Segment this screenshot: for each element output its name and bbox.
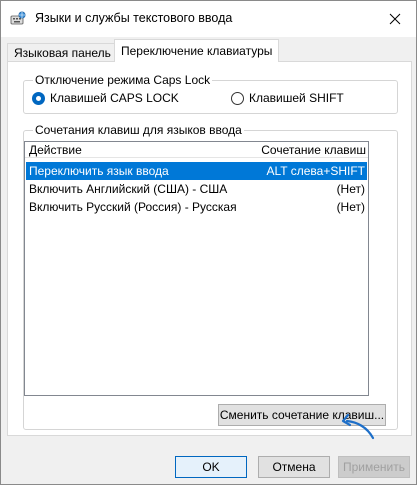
close-icon [389,13,401,25]
tab-language-bar[interactable]: Языковая панель [7,43,118,61]
list-header: Действие Сочетание клавиш [25,142,368,158]
column-header-action[interactable]: Действие [29,143,82,157]
column-header-combo[interactable]: Сочетание клавиш [261,143,366,157]
annotation-arrow-icon [341,413,375,440]
dialog-window: Языки и службы текстового ввода Языковая… [0,0,417,485]
window-title: Языки и службы текстового ввода [35,11,233,25]
title-bar[interactable]: Языки и службы текстового ввода [1,1,416,37]
list-item-combo: ALT слева+SHIFT [266,164,366,178]
apply-button[interactable]: Применить [338,456,410,478]
hotkeys-list[interactable]: Действие Сочетание клавиш Переключить яз… [24,141,369,396]
list-item-combo: (Нет) [336,200,365,214]
hotkeys-legend: Сочетания клавиш для языков ввода [33,123,244,137]
radio-caps-lock-label: Клавишей CAPS LOCK [50,91,179,105]
tab-language-bar-label: Языковая панель [14,45,111,60]
radio-shift[interactable]: Клавишей SHIFT [231,91,344,105]
list-item-action: Переключить язык ввода [29,164,169,178]
radio-shift-label: Клавишей SHIFT [249,91,344,105]
keyboard-globe-icon [10,11,26,27]
tab-strip: Языковая панель Переключение клавиатуры [7,39,412,62]
tab-panel: Отключение режима Caps Lock Клавишей CAP… [7,61,412,436]
list-item[interactable]: Переключить язык ввода ALT слева+SHIFT [26,162,367,180]
list-item[interactable]: Включить Русский (Россия) - Русская (Нет… [26,198,367,216]
tab-keyboard-switching[interactable]: Переключение клавиатуры [114,39,280,62]
list-item-combo: (Нет) [336,182,365,196]
radio-dot-unchecked [231,91,244,105]
radio-dot-checked [32,91,45,105]
radio-caps-lock[interactable]: Клавишей CAPS LOCK [32,91,179,105]
tab-keyboard-switching-label: Переключение клавиатуры [121,44,273,58]
cancel-button[interactable]: Отмена [258,456,330,478]
list-item[interactable]: Включить Английский (США) - США (Нет) [26,180,367,198]
list-item-action: Включить Русский (Россия) - Русская [29,200,237,214]
ok-button[interactable]: OK [175,456,247,478]
caps-lock-legend: Отключение режима Caps Lock [33,73,213,87]
close-button[interactable] [374,1,416,37]
list-item-action: Включить Английский (США) - США [29,182,228,196]
caps-lock-group: Отключение режима Caps Lock Клавишей CAP… [23,73,398,114]
